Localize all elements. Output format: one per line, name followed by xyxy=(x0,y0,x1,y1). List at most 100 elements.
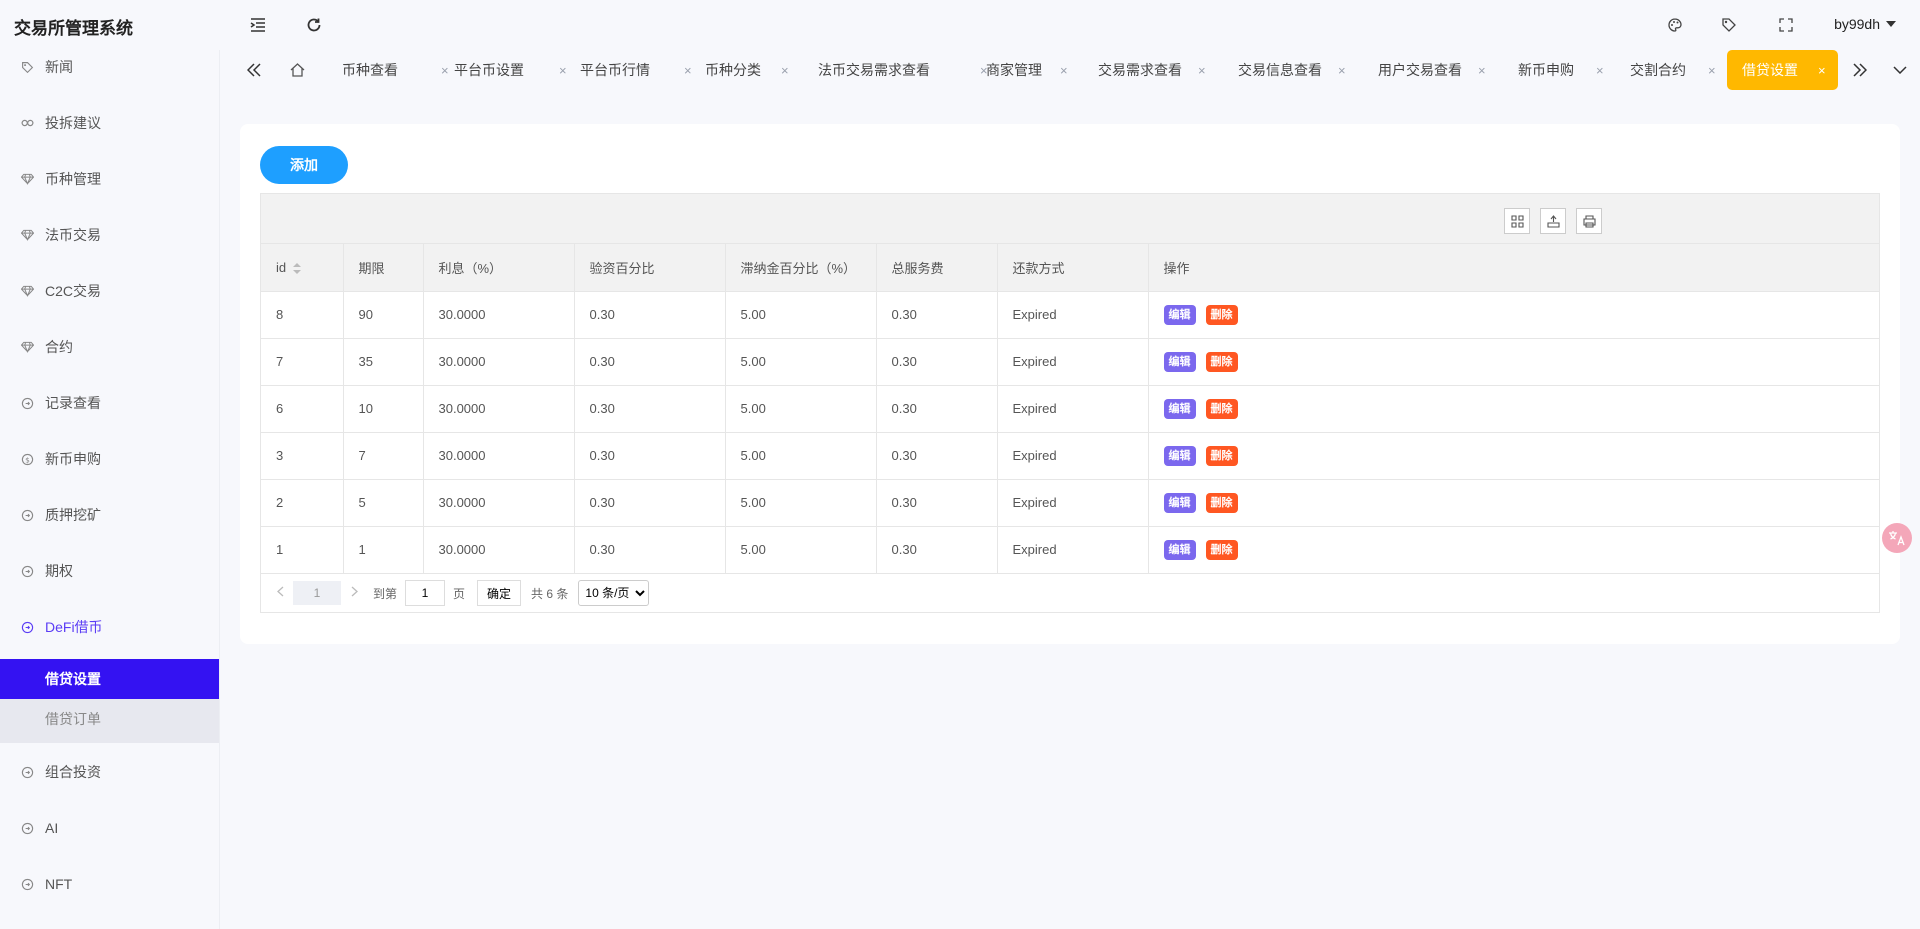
sidebar-subitem-loan-settings[interactable]: 借贷设置 xyxy=(0,659,219,699)
tab-close-button[interactable]: × xyxy=(1818,63,1826,78)
tab-platform-coin-market[interactable]: 平台币行情 × xyxy=(580,50,706,90)
translate-button[interactable] xyxy=(1882,523,1912,553)
prev-page-button[interactable] xyxy=(271,586,289,600)
palette-icon xyxy=(1668,18,1682,32)
app-title: 交易所管理系统 xyxy=(14,19,133,38)
tab-coin-view[interactable]: 币种查看 × xyxy=(342,50,458,90)
tab-home[interactable] xyxy=(276,50,318,90)
tab-close-button[interactable]: × xyxy=(1596,63,1604,78)
tab-close-button[interactable]: × xyxy=(1708,63,1716,78)
tab-new-coin-subscription[interactable]: 新币申购 × xyxy=(1518,50,1618,90)
fullscreen-button[interactable] xyxy=(1773,12,1799,38)
tab-close-button[interactable]: × xyxy=(781,63,789,78)
edit-button[interactable]: 编辑 xyxy=(1163,445,1196,466)
sidebar-item-coin-management[interactable]: 币种管理 xyxy=(0,159,219,199)
tab-close-button[interactable]: × xyxy=(441,63,449,78)
cell-interest: 30.0000 xyxy=(423,432,575,480)
diamond-icon xyxy=(20,284,34,298)
column-header-capital-check: 验资百分比 xyxy=(574,244,726,292)
goto-page-input[interactable] xyxy=(405,580,446,606)
tag-button[interactable] xyxy=(1716,12,1742,38)
sidebar-item-label: DeFi借币 xyxy=(45,619,103,635)
goto-confirm-button[interactable]: 确定 xyxy=(477,580,522,606)
delete-button[interactable]: 删除 xyxy=(1205,539,1238,560)
theme-button[interactable] xyxy=(1662,12,1688,38)
edit-button[interactable]: 编辑 xyxy=(1163,492,1196,513)
sidebar-item-ai[interactable]: AI xyxy=(0,808,219,848)
cell-actions: 编辑 删除 xyxy=(1148,479,1879,527)
export-icon xyxy=(1546,214,1560,228)
delete-button[interactable]: 删除 xyxy=(1205,492,1238,513)
sidebar-item-options[interactable]: 期权 xyxy=(0,551,219,591)
delete-button[interactable]: 删除 xyxy=(1205,304,1238,325)
cell-id: 8 xyxy=(261,291,344,339)
edit-button[interactable]: 编辑 xyxy=(1163,351,1196,372)
tab-merchant-management[interactable]: 商家管理 × xyxy=(986,50,1086,90)
tab-user-trade-view[interactable]: 用户交易查看 × xyxy=(1378,50,1508,90)
sidebar-item-label: 法币交易 xyxy=(45,227,101,243)
tab-close-button[interactable]: × xyxy=(1338,63,1346,78)
tab-platform-coin-settings[interactable]: 平台币设置 × xyxy=(454,50,580,90)
tab-trade-demand-view[interactable]: 交易需求查看 × xyxy=(1098,50,1228,90)
tab-label: 币种查看 xyxy=(342,62,398,78)
page-size-select[interactable]: 10 条/页 xyxy=(578,580,650,606)
cell-actions: 编辑 删除 xyxy=(1148,526,1879,574)
delete-button[interactable]: 删除 xyxy=(1205,445,1238,466)
cell-capital-check: 0.30 xyxy=(574,479,726,527)
sidebar-item-defi-lending[interactable]: DeFi借币 xyxy=(0,607,219,647)
edit-button[interactable]: 编辑 xyxy=(1163,304,1196,325)
table-row: 8 90 30.0000 0.30 5.00 0.30 Expired 编辑 删除 xyxy=(261,291,1879,339)
tab-close-button[interactable]: × xyxy=(559,63,567,78)
tabs-scroll-right-button[interactable] xyxy=(1842,50,1878,90)
refresh-button[interactable] xyxy=(301,12,327,38)
refresh-icon xyxy=(307,18,321,32)
next-page-button[interactable] xyxy=(345,586,363,600)
sidebar-item-label: 币种管理 xyxy=(45,171,101,187)
cell-actions: 编辑 删除 xyxy=(1148,432,1879,480)
columns-filter-button[interactable] xyxy=(1504,208,1530,234)
sidebar-item-fiat-trading[interactable]: 法币交易 xyxy=(0,215,219,255)
tab-loan-settings[interactable]: 借贷设置 × xyxy=(1727,50,1838,90)
sidebar-item-suggestions[interactable]: 投拆建议 xyxy=(0,103,219,143)
cell-id: 6 xyxy=(261,385,344,433)
cell-term: 1 xyxy=(343,526,424,574)
column-header-id[interactable]: id xyxy=(261,244,344,292)
sidebar-item-records[interactable]: 记录查看 xyxy=(0,383,219,423)
sidebar-item-nft[interactable]: NFT xyxy=(0,864,219,904)
tab-close-button[interactable]: × xyxy=(1198,63,1206,78)
sidebar-item-new-coin-subscription[interactable]: $ 新币申购 xyxy=(0,439,219,479)
sidebar-item-staking-mining[interactable]: 质押挖矿 xyxy=(0,495,219,535)
sort-icon[interactable] xyxy=(292,262,302,275)
sidebar-item-portfolio[interactable]: 组合投资 xyxy=(0,752,219,792)
tab-close-button[interactable]: × xyxy=(684,63,692,78)
sidebar-item-c2c-trading[interactable]: C2C交易 xyxy=(0,271,219,311)
tab-fiat-demand-view[interactable]: 法币交易需求查看 × xyxy=(818,50,988,90)
tab-close-button[interactable]: × xyxy=(1478,63,1486,78)
tab-close-button[interactable]: × xyxy=(1060,63,1068,78)
delete-button[interactable]: 删除 xyxy=(1205,351,1238,372)
cell-capital-check: 0.30 xyxy=(574,385,726,433)
collapse-sidebar-button[interactable] xyxy=(245,12,271,38)
cell-repayment: Expired xyxy=(997,479,1149,527)
data-table: id 期限 利息（%） 验资百分比 滞纳金百分比（%） 总服务费 还款方式 操作… xyxy=(260,193,1880,613)
delete-button[interactable]: 删除 xyxy=(1205,398,1238,419)
user-menu[interactable]: by99dh xyxy=(1834,16,1896,32)
current-page[interactable]: 1 xyxy=(293,581,341,605)
export-button[interactable] xyxy=(1540,208,1566,234)
table-row: 2 5 30.0000 0.30 5.00 0.30 Expired 编辑 删除 xyxy=(261,479,1879,527)
sidebar-item-news[interactable]: 新闻 xyxy=(0,50,219,87)
home-icon xyxy=(290,63,304,77)
table-row: 3 7 30.0000 0.30 5.00 0.30 Expired 编辑 删除 xyxy=(261,432,1879,480)
tabs-scroll-left-button[interactable] xyxy=(236,50,272,90)
sidebar-item-contract[interactable]: 合约 xyxy=(0,327,219,367)
tab-trade-info-view[interactable]: 交易信息查看 × xyxy=(1238,50,1368,90)
diamond-icon xyxy=(20,172,34,186)
tabs-dropdown-button[interactable] xyxy=(1882,50,1918,90)
print-button[interactable] xyxy=(1576,208,1602,234)
add-button[interactable]: 添加 xyxy=(260,146,348,184)
edit-button[interactable]: 编辑 xyxy=(1163,539,1196,560)
tab-delivery-contract[interactable]: 交割合约 × xyxy=(1630,50,1730,90)
tab-coin-category[interactable]: 币种分类 × xyxy=(705,50,825,90)
sidebar-subitem-loan-orders[interactable]: 借贷订单 xyxy=(0,699,219,739)
edit-button[interactable]: 编辑 xyxy=(1163,398,1196,419)
